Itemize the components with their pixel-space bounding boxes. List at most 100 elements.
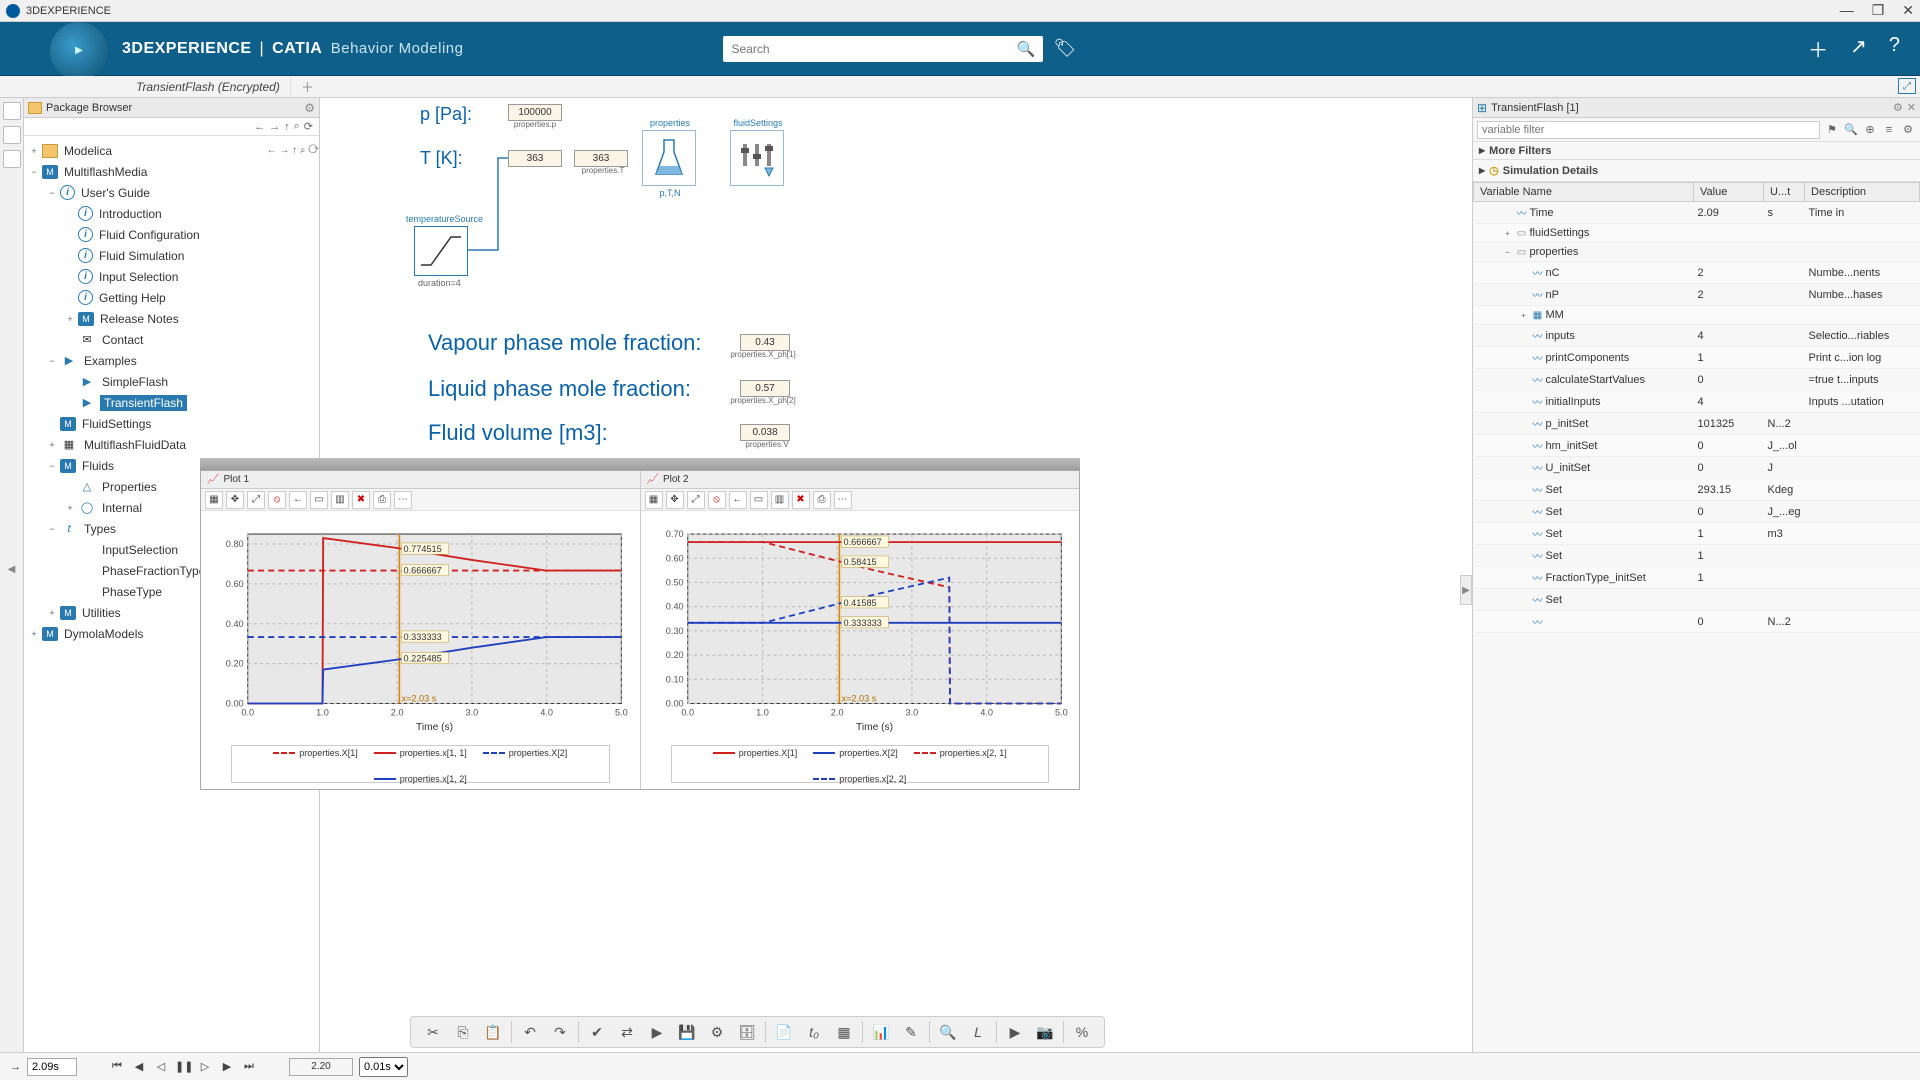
search-input[interactable] xyxy=(731,42,1016,56)
variable-row[interactable]: 〰Set0J_...eg xyxy=(1474,501,1920,523)
block-properties[interactable] xyxy=(642,130,696,186)
filter-icon-4[interactable]: ≡ xyxy=(1881,122,1897,138)
variable-row[interactable]: 〰initialInputs4Inputs ...utation xyxy=(1474,391,1920,413)
minimize-button[interactable]: — xyxy=(1840,2,1854,19)
tree-item[interactable]: −MMultiflashMedia xyxy=(24,161,319,182)
help-icon[interactable]: ? xyxy=(1889,34,1900,63)
step-back-icon[interactable]: ◀ xyxy=(131,1060,147,1073)
tb-camera-icon[interactable]: 📷 xyxy=(1033,1020,1057,1044)
tab-add[interactable]: ＋ xyxy=(291,77,324,96)
variable-row[interactable]: −▭properties xyxy=(1474,243,1920,262)
variable-row[interactable]: 〰nC2Numbe...nents xyxy=(1474,262,1920,284)
plot-tb-move[interactable]: ✥ xyxy=(666,491,684,509)
add-icon[interactable]: ＋ xyxy=(1808,34,1828,63)
restore-panel-icon[interactable]: ⤢ xyxy=(1898,78,1916,94)
tb-t0-icon[interactable]: t₀ xyxy=(802,1020,826,1044)
refresh-icon[interactable]: ⟳ xyxy=(304,120,313,133)
legend-item[interactable]: properties.X[2] xyxy=(813,748,898,758)
search-box[interactable]: 🔍 xyxy=(723,36,1043,62)
variable-row[interactable]: 〰Time2.09sTime in xyxy=(1474,202,1920,224)
legend-item[interactable]: properties.X[1] xyxy=(713,748,798,758)
plot-tb-move[interactable]: ✥ xyxy=(226,491,244,509)
filter-icon[interactable]: ⌕ xyxy=(294,120,300,133)
variable-row[interactable]: 〰Set293.15Kdeg xyxy=(1474,479,1920,501)
simulation-details[interactable]: ▶ ◷ Simulation Details xyxy=(1473,160,1920,182)
variable-row[interactable]: 〰U_initSet0J xyxy=(1474,457,1920,479)
legend-item[interactable]: properties.x[2, 1] xyxy=(914,748,1007,758)
step-select[interactable]: 0.01s xyxy=(359,1057,408,1077)
plot-tb-export[interactable]: ⎙ xyxy=(373,491,391,509)
tb-redo-icon[interactable]: ↷ xyxy=(548,1020,572,1044)
tb-save-icon[interactable]: 💾 xyxy=(675,1020,699,1044)
more-filters[interactable]: ▶ More Filters xyxy=(1473,142,1920,160)
tree-item[interactable]: iFluid Simulation xyxy=(24,245,319,266)
tb-check-icon[interactable]: ✔ xyxy=(585,1020,609,1044)
filter-icon-3[interactable]: ⊕ xyxy=(1862,122,1878,138)
collapse-left-icon[interactable]: ◀ xyxy=(8,564,16,575)
tree-item[interactable]: ▶TransientFlash xyxy=(24,392,319,413)
tb-percent-icon[interactable]: % xyxy=(1070,1020,1094,1044)
variable-table[interactable]: Variable Name Value U...t Description 〰T… xyxy=(1473,182,1920,1052)
tb-paste-icon[interactable]: 📋 xyxy=(481,1020,505,1044)
tree-item[interactable]: ✉Contact xyxy=(24,329,319,350)
variable-row[interactable]: 〰nP2Numbe...hases xyxy=(1474,284,1920,306)
close-button[interactable]: ✕ xyxy=(1902,2,1914,19)
plot-tb-cancel[interactable]: ⦸ xyxy=(268,491,286,509)
plot-tb-layout1[interactable]: ▭ xyxy=(750,491,768,509)
tb-l-icon[interactable]: L xyxy=(966,1020,990,1044)
tree-item[interactable]: MFluidSettings xyxy=(24,413,319,434)
tb-db-icon[interactable]: 🗄 xyxy=(735,1020,759,1044)
tb-simulate-icon[interactable]: ▶ xyxy=(645,1020,669,1044)
variable-row[interactable]: 〰Set xyxy=(1474,589,1920,611)
plot-tb-grid[interactable]: ▦ xyxy=(645,491,663,509)
tb-chart-icon[interactable]: 📊 xyxy=(869,1020,893,1044)
plot-1-area[interactable]: 0.000.200.400.600.800.01.02.03.04.05.00.… xyxy=(201,511,640,743)
tb-play-icon[interactable]: ▶ xyxy=(1003,1020,1027,1044)
share-icon[interactable]: ↗ xyxy=(1850,34,1867,63)
plot-tb-layout2[interactable]: ▥ xyxy=(771,491,789,509)
nav-back-icon[interactable]: ← xyxy=(254,121,265,133)
tb-copy-icon[interactable]: ⎘ xyxy=(451,1020,475,1044)
plot-tb-del[interactable]: ✖ xyxy=(352,491,370,509)
variable-row[interactable]: 〰0N...2 xyxy=(1474,611,1920,633)
variable-row[interactable]: +▦MM xyxy=(1474,306,1920,325)
skip-end-icon[interactable]: ⏭ xyxy=(241,1060,257,1073)
plot-tb-zoom[interactable]: ⤢ xyxy=(687,491,705,509)
tb-grid-icon[interactable]: ▦ xyxy=(832,1020,856,1044)
plot-tb-zoom[interactable]: ⤢ xyxy=(247,491,265,509)
gear-icon[interactable]: ⚙ xyxy=(1893,101,1903,114)
variable-row[interactable]: 〰FractionType_initSet1 xyxy=(1474,567,1920,589)
tree-item[interactable]: +▦MultiflashFluidData xyxy=(24,434,319,455)
tb-zoom-icon[interactable]: 🔍 xyxy=(936,1020,960,1044)
value-vapour[interactable]: 0.43 xyxy=(740,334,790,351)
plot-tb-layout1[interactable]: ▭ xyxy=(310,491,328,509)
plot-tb-back[interactable]: ← xyxy=(729,491,747,509)
legend-item[interactable]: properties.x[1, 1] xyxy=(374,748,467,758)
tree-item[interactable]: iGetting Help xyxy=(24,287,319,308)
col-unit[interactable]: U...t xyxy=(1764,183,1805,202)
block-temp-source[interactable] xyxy=(414,226,468,276)
plot-2-area[interactable]: 0.000.100.200.300.400.500.600.700.01.02.… xyxy=(641,511,1080,743)
toolstrip-icon-1[interactable] xyxy=(3,102,21,120)
filter-icon-1[interactable]: ⚑ xyxy=(1824,122,1840,138)
plot-tb-export[interactable]: ⎙ xyxy=(813,491,831,509)
tree-item[interactable]: −iUser's Guide xyxy=(24,182,319,203)
compass-icon[interactable]: ▶ xyxy=(50,22,108,80)
search-icon[interactable]: 🔍 xyxy=(1017,40,1036,58)
plot-tb-layout2[interactable]: ▥ xyxy=(331,491,349,509)
tree-item[interactable]: +MRelease Notes xyxy=(24,308,319,329)
tree-item[interactable]: iIntroduction xyxy=(24,203,319,224)
nav-up-icon[interactable]: ↑ xyxy=(284,121,290,133)
plot-tb-del[interactable]: ✖ xyxy=(792,491,810,509)
legend-item[interactable]: properties.X[2] xyxy=(483,748,568,758)
value-pressure[interactable]: 100000 xyxy=(508,104,562,121)
variable-row[interactable]: 〰p_initSet101325N...2 xyxy=(1474,413,1920,435)
variable-row[interactable]: 〰calculateStartValues0=true t...inputs xyxy=(1474,369,1920,391)
value-volume[interactable]: 0.038 xyxy=(740,424,790,441)
variable-row[interactable]: 〰printComponents1Print c...ion log xyxy=(1474,347,1920,369)
filter-icon-5[interactable]: ⚙ xyxy=(1900,122,1916,138)
plot-tb-opts[interactable]: ⋯ xyxy=(834,491,852,509)
legend-item[interactable]: properties.x[1, 2] xyxy=(374,774,467,784)
close-icon[interactable]: ✕ xyxy=(1907,101,1916,114)
value-temp-1[interactable]: 363 xyxy=(508,150,562,167)
